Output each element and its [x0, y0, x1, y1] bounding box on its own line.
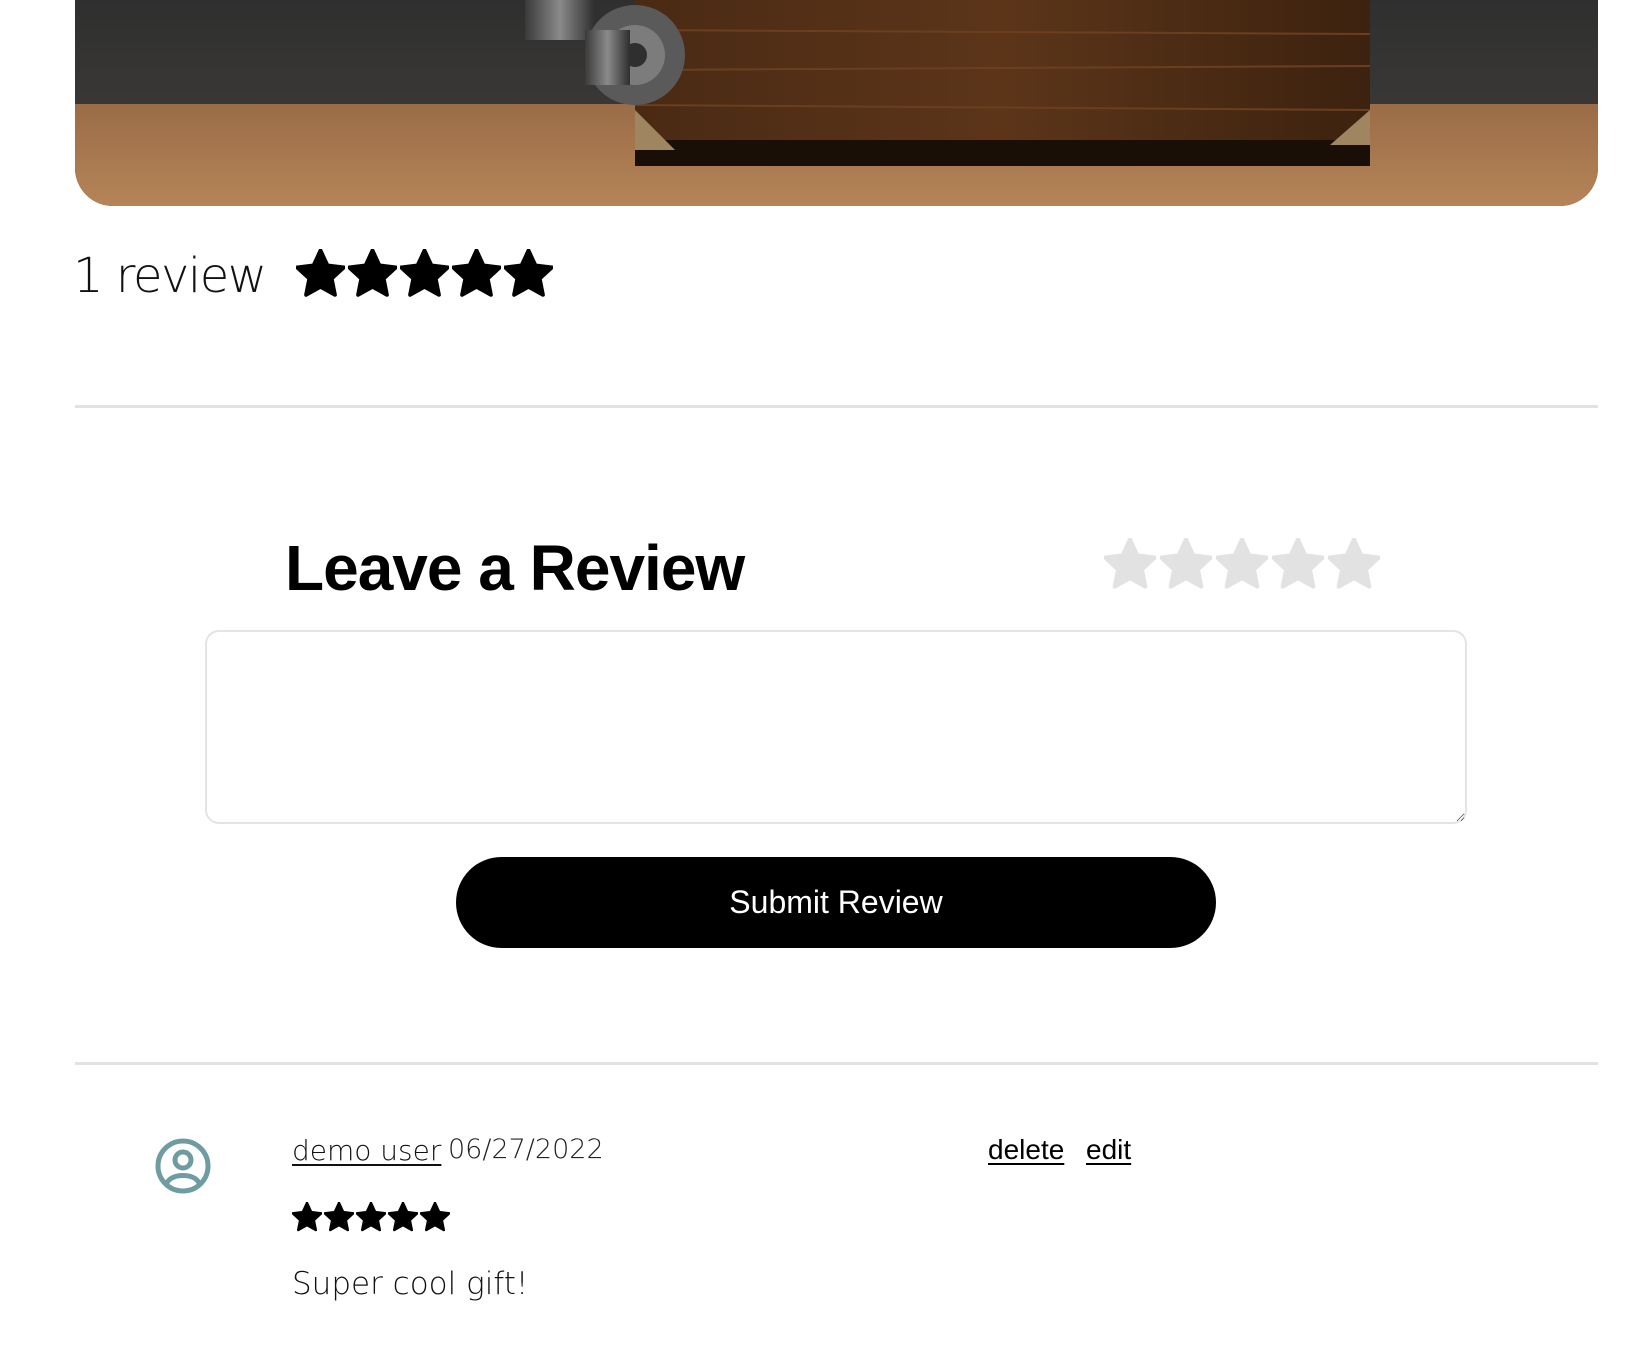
star-rating-option-icon[interactable] — [1327, 537, 1381, 595]
star-rating-option-icon[interactable] — [1215, 537, 1269, 595]
submit-review-button[interactable]: Submit Review — [456, 857, 1216, 948]
star-icon — [346, 248, 398, 303]
star-icon — [323, 1201, 355, 1237]
review-date: 06/27/2022 — [448, 1134, 604, 1165]
review-summary: 1 review — [73, 244, 554, 308]
star-rating-option-icon[interactable] — [1159, 537, 1213, 595]
product-image — [75, 0, 1598, 206]
star-rating-option-icon[interactable] — [1103, 537, 1157, 595]
star-icon — [419, 1201, 451, 1237]
star-icon — [398, 248, 450, 303]
edit-review-link[interactable]: edit — [1086, 1134, 1131, 1166]
star-icon — [450, 248, 502, 303]
star-icon — [294, 248, 346, 303]
rating-input[interactable] — [1103, 537, 1381, 595]
reviewer-name-link[interactable]: demo user — [292, 1134, 441, 1167]
star-rating-option-icon[interactable] — [1271, 537, 1325, 595]
star-icon — [355, 1201, 387, 1237]
star-icon — [291, 1201, 323, 1237]
user-circle-icon — [154, 1137, 212, 1195]
delete-review-link[interactable]: delete — [988, 1134, 1064, 1166]
star-icon — [502, 248, 554, 303]
divider — [75, 405, 1598, 408]
star-icon — [387, 1201, 419, 1237]
leave-review-title: Leave a Review — [285, 532, 745, 604]
review-text: Super cool gift! — [292, 1266, 529, 1302]
review-textarea[interactable] — [205, 630, 1467, 824]
review-count: 1 review — [73, 248, 267, 304]
review-rating-stars — [291, 1201, 451, 1237]
divider — [75, 1062, 1598, 1065]
average-rating-stars — [294, 248, 554, 303]
